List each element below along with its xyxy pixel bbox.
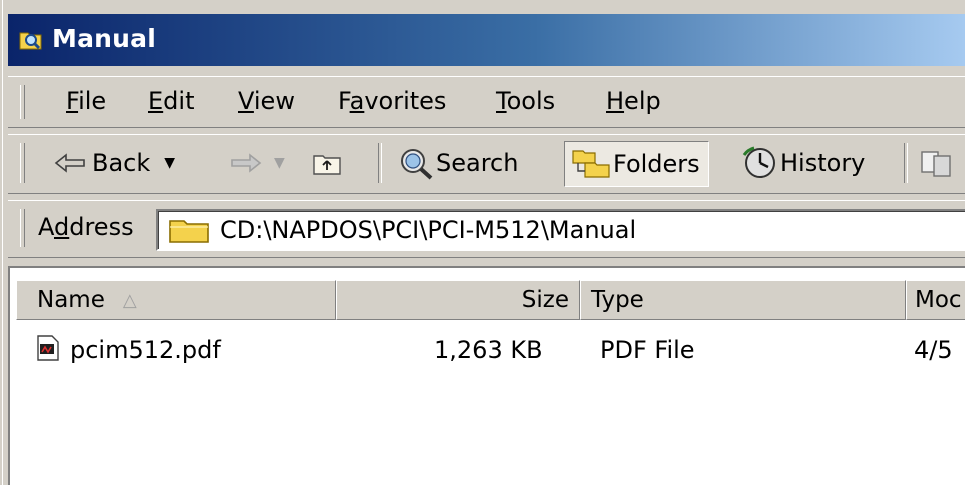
file-modified: 4/5 (914, 336, 953, 364)
column-modified-label: Moc (915, 287, 962, 313)
toolbar-separator (378, 143, 382, 183)
address-bar-grip[interactable] (20, 209, 25, 247)
file-list[interactable]: Name △ Size Type Moc pcim512.pdf 1,263 K… (8, 266, 965, 485)
forward-button[interactable]: ▼ (228, 141, 285, 185)
history-label: History (780, 149, 866, 177)
address-input[interactable]: CD:\NAPDOS\PCI\PCI-M512\Manual (156, 209, 965, 251)
file-name[interactable]: pcim512.pdf (70, 336, 221, 364)
menu-favorites[interactable]: Favorites (336, 87, 448, 115)
window-title: Manual (52, 24, 156, 53)
folders-icon (572, 150, 610, 178)
toolbar-separator (904, 143, 908, 183)
search-globe-icon (401, 149, 433, 180)
menu-bar-grip[interactable] (20, 85, 25, 119)
search-button[interactable]: Search (398, 141, 518, 185)
folder-icon (169, 220, 209, 243)
window-border (0, 0, 6, 485)
back-button[interactable]: Back ▼ (54, 141, 175, 185)
back-dropdown-icon[interactable]: ▼ (164, 155, 175, 171)
column-header-modified[interactable]: Moc (906, 280, 965, 320)
column-header-size[interactable]: Size (336, 280, 580, 320)
back-arrow-icon (54, 153, 85, 173)
menu-file[interactable]: File (64, 87, 108, 115)
history-button[interactable]: History (740, 141, 865, 185)
forward-dropdown-icon[interactable]: ▼ (274, 155, 285, 171)
explorer-window: Manual File Edit View Favorites Tools He… (0, 0, 965, 485)
column-type-label: Type (591, 287, 644, 313)
search-label: Search (436, 149, 519, 177)
forward-arrow-icon (231, 153, 262, 173)
sort-ascending-icon: △ (122, 289, 137, 311)
menu-edit[interactable]: Edit (146, 87, 196, 115)
address-label: Address (38, 213, 134, 241)
column-header-name[interactable]: Name △ (16, 280, 336, 320)
move-to-icon (921, 151, 951, 177)
up-folder-button[interactable] (312, 141, 342, 185)
menu-bar: File Edit View Favorites Tools Help (8, 76, 965, 128)
toolbar-grip[interactable] (20, 143, 25, 183)
column-name-label: Name (37, 287, 105, 313)
back-label: Back (92, 149, 151, 177)
file-type: PDF File (600, 336, 695, 364)
table-row[interactable]: pcim512.pdf 1,263 KB PDF File 4/5 (10, 328, 965, 368)
up-folder-icon (313, 155, 341, 175)
history-icon (742, 146, 775, 178)
menu-tools[interactable]: Tools (494, 87, 557, 115)
title-bar[interactable]: Manual (8, 14, 965, 66)
pdf-file-icon (37, 335, 59, 361)
folders-button[interactable]: Folders (564, 141, 709, 187)
address-bar: Address CD:\NAPDOS\PCI\PCI-M512\Manual (8, 200, 965, 258)
column-header-type[interactable]: Type (580, 280, 906, 320)
move-to-button[interactable] (920, 141, 954, 185)
menu-view[interactable]: View (236, 87, 297, 115)
column-size-label: Size (521, 287, 569, 313)
standard-toolbar: Back ▼ ▼ Search Folders History (8, 134, 965, 194)
file-size: 1,263 KB (434, 336, 543, 364)
menu-help[interactable]: Help (604, 87, 663, 115)
folders-label: Folders (613, 150, 700, 178)
folder-magnifier-icon (19, 32, 42, 50)
address-path: CD:\NAPDOS\PCI\PCI-M512\Manual (220, 216, 637, 244)
